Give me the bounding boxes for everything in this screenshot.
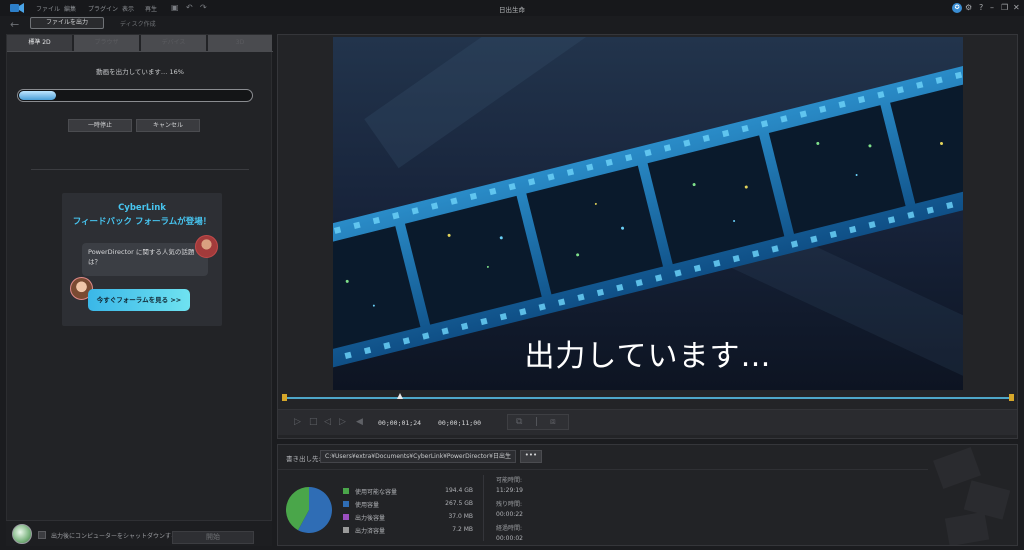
timeline-track: [284, 397, 1012, 399]
visit-forum-button[interactable]: 今すぐフォーラムを見る >>: [88, 289, 190, 311]
output-action-bar: 出力後にコンピューターをシャットダウンする 開始: [6, 520, 272, 546]
cancel-button[interactable]: キャンセル: [136, 119, 200, 132]
previous-frame-icon[interactable]: ◁: [324, 417, 331, 427]
volume-icon[interactable]: ◀: [356, 417, 363, 427]
legend-label: 出力後容量: [355, 515, 386, 522]
legend-value: 267.5 GB: [445, 500, 473, 507]
timecode-current: 00;00;01;24: [378, 419, 422, 427]
subtab-divider: [7, 51, 273, 52]
next-frame-icon[interactable]: ▷: [339, 417, 346, 427]
legend-value: 37.0 MB: [448, 513, 473, 520]
shutdown-label: 出力後にコンピューターをシャットダウンする: [51, 533, 178, 540]
progress-bar: [17, 89, 253, 102]
banner-title: フィードバック フォーラムが登場！: [72, 217, 212, 227]
snapshot-icon[interactable]: ⧉: [516, 417, 522, 427]
export-destination-label: 書き出し先:: [286, 455, 321, 463]
legend-row: 使用可能な容量 194.4 GB: [343, 487, 473, 497]
preview-window: 出力しています…: [333, 37, 963, 390]
subtab-standard-2d[interactable]: 標準 2D: [7, 35, 72, 51]
redo-icon[interactable]: ↷: [200, 3, 207, 13]
menu-plugins[interactable]: プラグイン: [88, 4, 118, 13]
legend-swatch: [343, 514, 349, 520]
minimize-icon[interactable]: –: [990, 2, 994, 13]
undo-icon[interactable]: ↶: [186, 3, 193, 13]
menu-edit[interactable]: 編集: [64, 4, 76, 13]
play-icon[interactable]: ▷: [294, 417, 301, 427]
feedback-forum-banner[interactable]: CyberLink フィードバック フォーラムが登場！ PowerDirecto…: [62, 193, 222, 326]
playhead[interactable]: [397, 393, 403, 399]
settings-icon[interactable]: ⚙: [965, 2, 972, 13]
legend-value: 194.4 GB: [445, 487, 473, 494]
start-button[interactable]: 開始: [172, 531, 254, 544]
mark-out-handle[interactable]: [1009, 394, 1014, 401]
remaining-time-value: 00:00:22: [496, 511, 523, 518]
menu-play[interactable]: 再生: [145, 4, 157, 13]
elapsed-time-value: 00:00:02: [496, 535, 523, 542]
legend-row: 出力後容量 37.0 MB: [343, 513, 473, 523]
divider: [31, 169, 249, 170]
output-settings-panel: 標準 2D ブラウザ デバイス 3D 動画を出力しています… 16% 一時停止 …: [6, 34, 273, 546]
help-icon[interactable]: ?: [979, 2, 983, 13]
legend-label: 使用容量: [355, 502, 380, 509]
tab-file-output[interactable]: ファイルを出力: [30, 17, 104, 29]
legend-swatch: [343, 488, 349, 494]
legend-row: 使用容量 267.5 GB: [343, 500, 473, 510]
legend-swatch: [343, 501, 349, 507]
app-status-icon: [12, 524, 32, 544]
menu-view[interactable]: 表示: [122, 4, 134, 13]
separator-icon: |: [535, 417, 539, 427]
menu-bar: ファイル 編集 プラグイン 表示 再生 ▣ ↶ ↷ 日出生命 ✪ ⚙ ? – ❐…: [0, 0, 1024, 16]
export-path-field[interactable]: C:¥Users¥extra¥Documents¥CyberLink¥Power…: [320, 450, 516, 463]
progress-bar-fill: [19, 91, 56, 100]
account-icon[interactable]: ✪: [952, 3, 962, 13]
legend-label: 使用可能な容量: [355, 489, 398, 496]
remaining-time-label: 残り時間:: [496, 501, 523, 508]
stop-icon[interactable]: □: [309, 417, 318, 427]
legend-row: 出力済容量 7.2 MB: [343, 526, 473, 536]
subtab-3d[interactable]: 3D: [208, 35, 272, 51]
subtab-browser[interactable]: ブラウザ: [74, 35, 139, 51]
back-arrow-icon[interactable]: ←: [10, 18, 19, 31]
available-time-label: 可能時間:: [496, 477, 523, 484]
elapsed-time-label: 経過時間:: [496, 525, 523, 532]
banner-question-bubble: PowerDirector に関する人気の話題は？: [82, 243, 208, 276]
mark-in-handle[interactable]: [282, 394, 287, 401]
tab-disc-creation[interactable]: ディスク作成: [120, 19, 156, 28]
legend-value: 7.2 MB: [452, 526, 473, 533]
browse-button[interactable]: •••: [520, 450, 542, 463]
close-icon[interactable]: ✕: [1013, 2, 1020, 13]
banner-brand: CyberLink: [118, 203, 166, 213]
available-time-value: 11:29:19: [496, 487, 523, 494]
timecode-total: 00;00;11;00: [438, 419, 482, 427]
preview-overlay-text: 出力しています…: [524, 339, 772, 374]
legend-swatch: [343, 527, 349, 533]
pause-button[interactable]: 一時停止: [68, 119, 132, 132]
divider: [278, 469, 928, 470]
subtab-device[interactable]: デバイス: [141, 35, 206, 51]
timeline-slider[interactable]: [282, 393, 1014, 401]
preview-panel: 出力しています… ▷ □ ◁ ▷ ◀ 00;00;01;24 00;00;11;…: [277, 34, 1018, 439]
background-decoration: [933, 447, 1011, 545]
menu-file[interactable]: ファイル: [36, 4, 60, 13]
output-info-panel: 書き出し先: C:¥Users¥extra¥Documents¥CyberLin…: [277, 444, 1018, 546]
playback-controls: ▷ □ ◁ ▷ ◀ 00;00;01;24 00;00;11;00 ⧉ | ⧈: [278, 409, 1017, 435]
avatar: [195, 235, 218, 258]
fullscreen-icon[interactable]: ⧈: [550, 417, 556, 427]
project-icon[interactable]: ▣: [171, 3, 179, 13]
restore-icon[interactable]: ❐: [1001, 2, 1008, 13]
divider: [483, 475, 484, 541]
shutdown-checkbox[interactable]: [38, 531, 46, 539]
app-logo-icon[interactable]: [10, 3, 24, 13]
legend-label: 出力済容量: [355, 528, 386, 535]
progress-status-text: 動画を出力しています… 16%: [96, 68, 184, 76]
disk-usage-pie: [286, 487, 332, 533]
snapshot-button-group: ⧉ | ⧈: [507, 414, 569, 430]
